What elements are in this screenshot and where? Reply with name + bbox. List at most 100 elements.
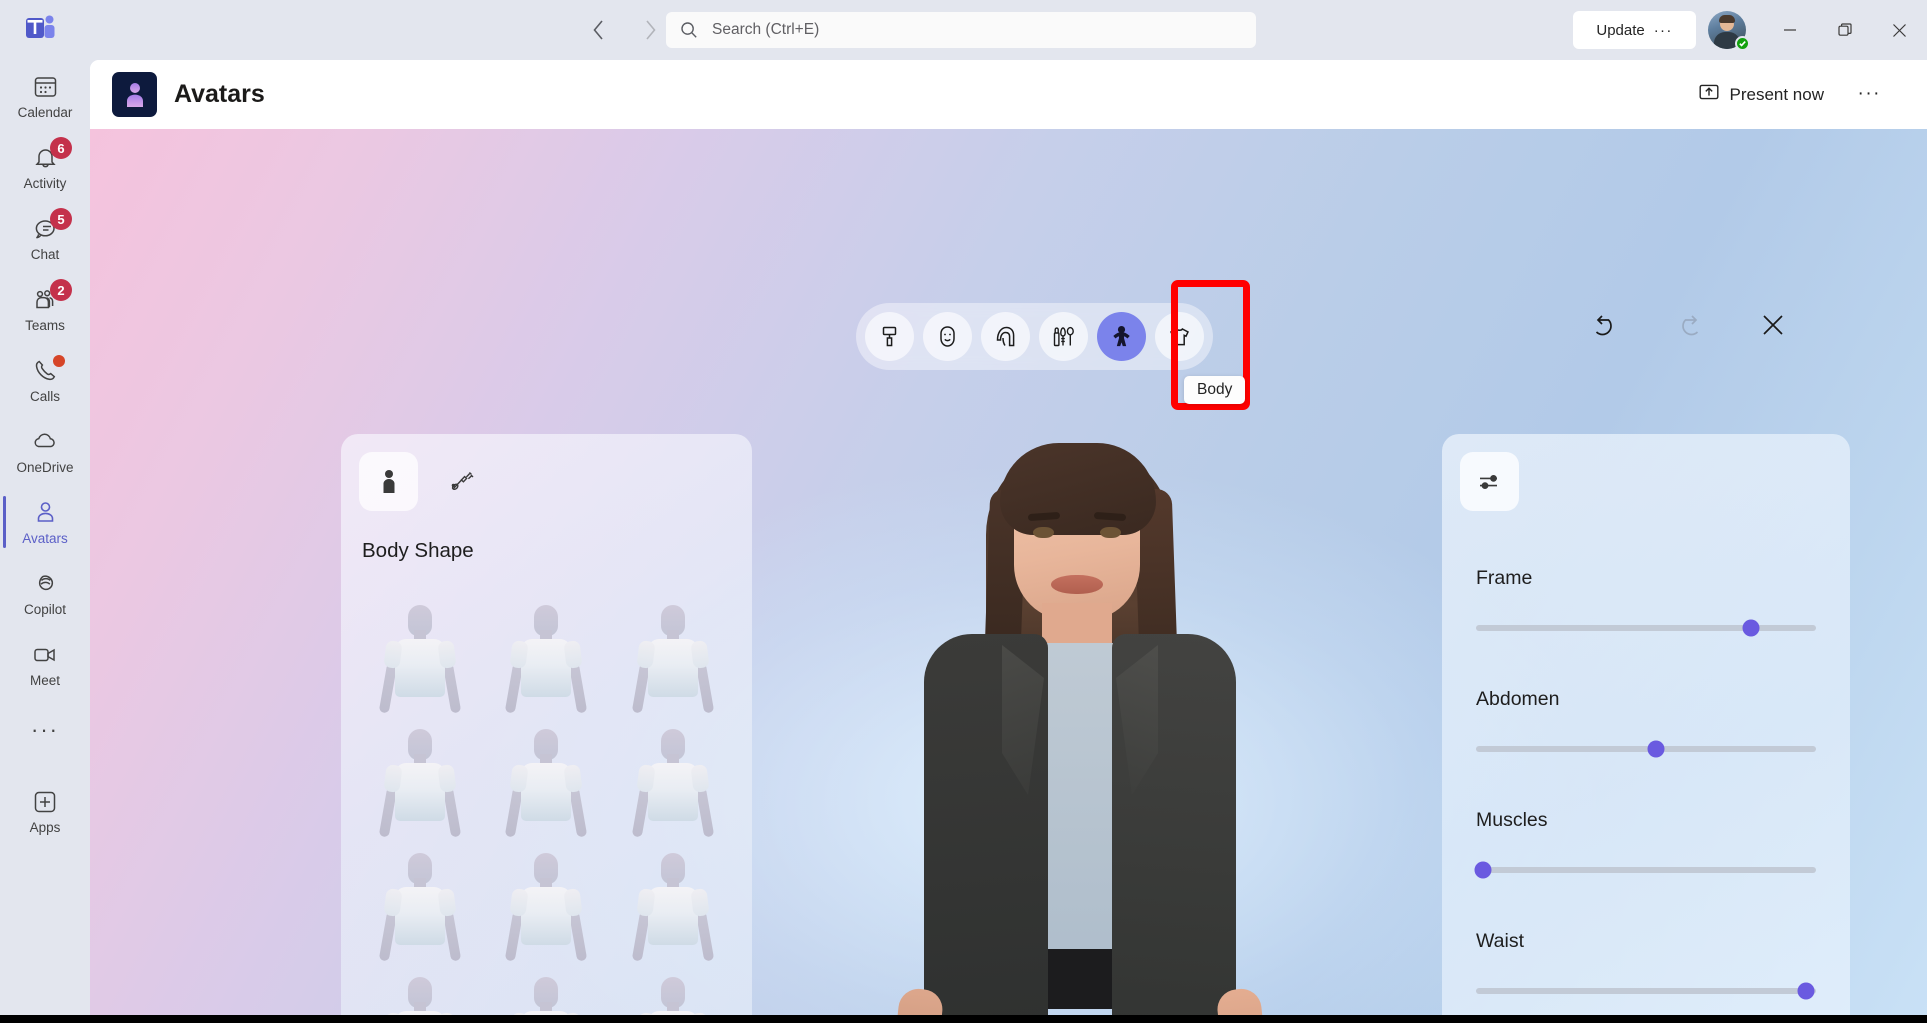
update-more-icon[interactable]: ··· bbox=[1654, 22, 1673, 39]
category-toolbar bbox=[856, 303, 1213, 370]
forward-button[interactable] bbox=[634, 14, 666, 46]
redo-icon[interactable] bbox=[1671, 307, 1707, 343]
category-face-button[interactable] bbox=[923, 312, 972, 361]
sidebar-item-label: Calls bbox=[29, 389, 60, 404]
sidebar-item-teams[interactable]: 2 Teams bbox=[0, 273, 90, 344]
body-shape-panel: Body Shape bbox=[341, 434, 752, 1023]
back-button[interactable] bbox=[582, 14, 614, 46]
slider-track[interactable] bbox=[1476, 982, 1816, 1000]
category-base-button[interactable] bbox=[865, 312, 914, 361]
sidebar-item-calls[interactable]: Calls bbox=[0, 344, 90, 415]
sidebar-item-label: Teams bbox=[25, 318, 65, 333]
chat-badge: 5 bbox=[50, 208, 72, 230]
sidebar-item-label: Apps bbox=[29, 820, 61, 835]
shape-option[interactable] bbox=[357, 842, 483, 966]
shape-thumbnail bbox=[630, 851, 716, 963]
sidebar-more-button[interactable]: ··· bbox=[0, 699, 90, 761]
search-icon bbox=[680, 21, 698, 39]
tab-prosthetics[interactable] bbox=[434, 452, 493, 511]
avatar-lips bbox=[1051, 575, 1103, 594]
undo-icon[interactable] bbox=[1587, 307, 1623, 343]
minimize-button[interactable] bbox=[1762, 0, 1817, 60]
avatar-canvas: Body Body Shape Frame Abdomen Muscles Wa… bbox=[90, 129, 1927, 1023]
shape-option[interactable] bbox=[483, 718, 609, 842]
shape-thumbnail bbox=[503, 851, 589, 963]
cloud-icon bbox=[32, 426, 58, 457]
app-rail: Calendar 6 Activity 5 Chat 2 Teams Calls… bbox=[0, 60, 90, 1023]
body-shape-grid bbox=[357, 594, 736, 1023]
sidebar-item-chat[interactable]: 5 Chat bbox=[0, 202, 90, 273]
present-now-button[interactable]: Present now bbox=[1699, 82, 1825, 107]
shape-panel-tabs bbox=[359, 452, 493, 511]
tab-body-shape[interactable] bbox=[359, 452, 418, 511]
slider-label: Frame bbox=[1476, 567, 1533, 589]
search-placeholder: Search (Ctrl+E) bbox=[712, 21, 820, 38]
category-clothing-button[interactable] bbox=[1155, 312, 1204, 361]
shape-thumbnail bbox=[377, 727, 463, 839]
present-now-label: Present now bbox=[1729, 84, 1825, 104]
sliders-icon[interactable] bbox=[1460, 452, 1519, 511]
avatar-eye-right bbox=[1100, 527, 1121, 538]
canvas-actions bbox=[1587, 307, 1791, 343]
content-area: Avatars Present now ··· Body Body Shape … bbox=[90, 60, 1927, 1023]
slider-thumb[interactable] bbox=[1647, 740, 1665, 758]
slider-list: Frame Abdomen Muscles Waist bbox=[1474, 567, 1816, 1023]
sidebar-item-apps[interactable]: Apps bbox=[0, 775, 90, 846]
slider-label: Waist bbox=[1476, 930, 1525, 952]
close-icon[interactable] bbox=[1755, 307, 1791, 343]
slider-thumb[interactable] bbox=[1742, 619, 1760, 637]
update-label: Update bbox=[1596, 21, 1645, 39]
search-input[interactable]: Search (Ctrl+E) bbox=[666, 12, 1256, 48]
teams-badge: 2 bbox=[50, 279, 72, 301]
avatar-preview[interactable] bbox=[890, 429, 1270, 1023]
slider-label: Abdomen bbox=[1476, 688, 1560, 710]
body-sliders-panel: Frame Abdomen Muscles Waist bbox=[1442, 434, 1850, 1023]
activity-badge: 6 bbox=[50, 137, 72, 159]
shape-thumbnail bbox=[503, 727, 589, 839]
sidebar-item-calendar[interactable]: Calendar bbox=[0, 60, 90, 131]
slider-track[interactable] bbox=[1476, 740, 1816, 758]
sidebar-item-label: Meet bbox=[29, 673, 60, 688]
slider-muscles: Muscles bbox=[1474, 809, 1816, 879]
shape-panel-title: Body Shape bbox=[362, 539, 474, 562]
sidebar-item-copilot[interactable]: Copilot bbox=[0, 557, 90, 628]
sidebar-item-activity[interactable]: 6 Activity bbox=[0, 131, 90, 202]
slider-thumb[interactable] bbox=[1797, 982, 1815, 1000]
shape-option[interactable] bbox=[357, 718, 483, 842]
category-hair-button[interactable] bbox=[981, 312, 1030, 361]
maximize-button[interactable] bbox=[1817, 0, 1872, 60]
slider-thumb[interactable] bbox=[1474, 861, 1492, 879]
shape-thumbnail bbox=[630, 603, 716, 715]
nav-arrows bbox=[582, 14, 666, 46]
shape-option[interactable] bbox=[610, 594, 736, 718]
shape-option[interactable] bbox=[610, 718, 736, 842]
update-button[interactable]: Update ··· bbox=[1573, 11, 1696, 49]
person-icon bbox=[33, 497, 58, 528]
sidebar-item-onedrive[interactable]: OneDrive bbox=[0, 415, 90, 486]
video-camera-icon bbox=[32, 639, 58, 670]
shape-option[interactable] bbox=[483, 842, 609, 966]
close-button[interactable] bbox=[1872, 0, 1927, 60]
slider-track[interactable] bbox=[1474, 861, 1816, 879]
sidebar-item-label: Calendar bbox=[17, 105, 73, 120]
window-bottom-edge bbox=[0, 1015, 1927, 1023]
shape-thumbnail bbox=[503, 603, 589, 715]
calendar-icon bbox=[33, 71, 58, 102]
share-up-icon bbox=[1699, 82, 1719, 107]
category-body-button[interactable] bbox=[1097, 312, 1146, 361]
sidebar-item-label: Avatars bbox=[22, 531, 68, 546]
shape-thumbnail bbox=[377, 603, 463, 715]
sidebar-item-avatars[interactable]: Avatars bbox=[0, 486, 90, 557]
sidebar-item-meet[interactable]: Meet bbox=[0, 628, 90, 699]
title-bar: Search (Ctrl+E) Update ··· bbox=[0, 0, 1927, 60]
shape-option[interactable] bbox=[357, 594, 483, 718]
category-makeup-button[interactable] bbox=[1039, 312, 1088, 361]
presence-status-badge bbox=[1735, 36, 1750, 51]
sidebar-item-label: Chat bbox=[30, 247, 60, 262]
shape-option[interactable] bbox=[483, 594, 609, 718]
slider-track[interactable] bbox=[1476, 619, 1816, 637]
slider-frame: Frame bbox=[1476, 567, 1816, 637]
shape-option[interactable] bbox=[610, 842, 736, 966]
slider-label: Muscles bbox=[1476, 809, 1548, 831]
app-more-button[interactable]: ··· bbox=[1858, 83, 1881, 105]
